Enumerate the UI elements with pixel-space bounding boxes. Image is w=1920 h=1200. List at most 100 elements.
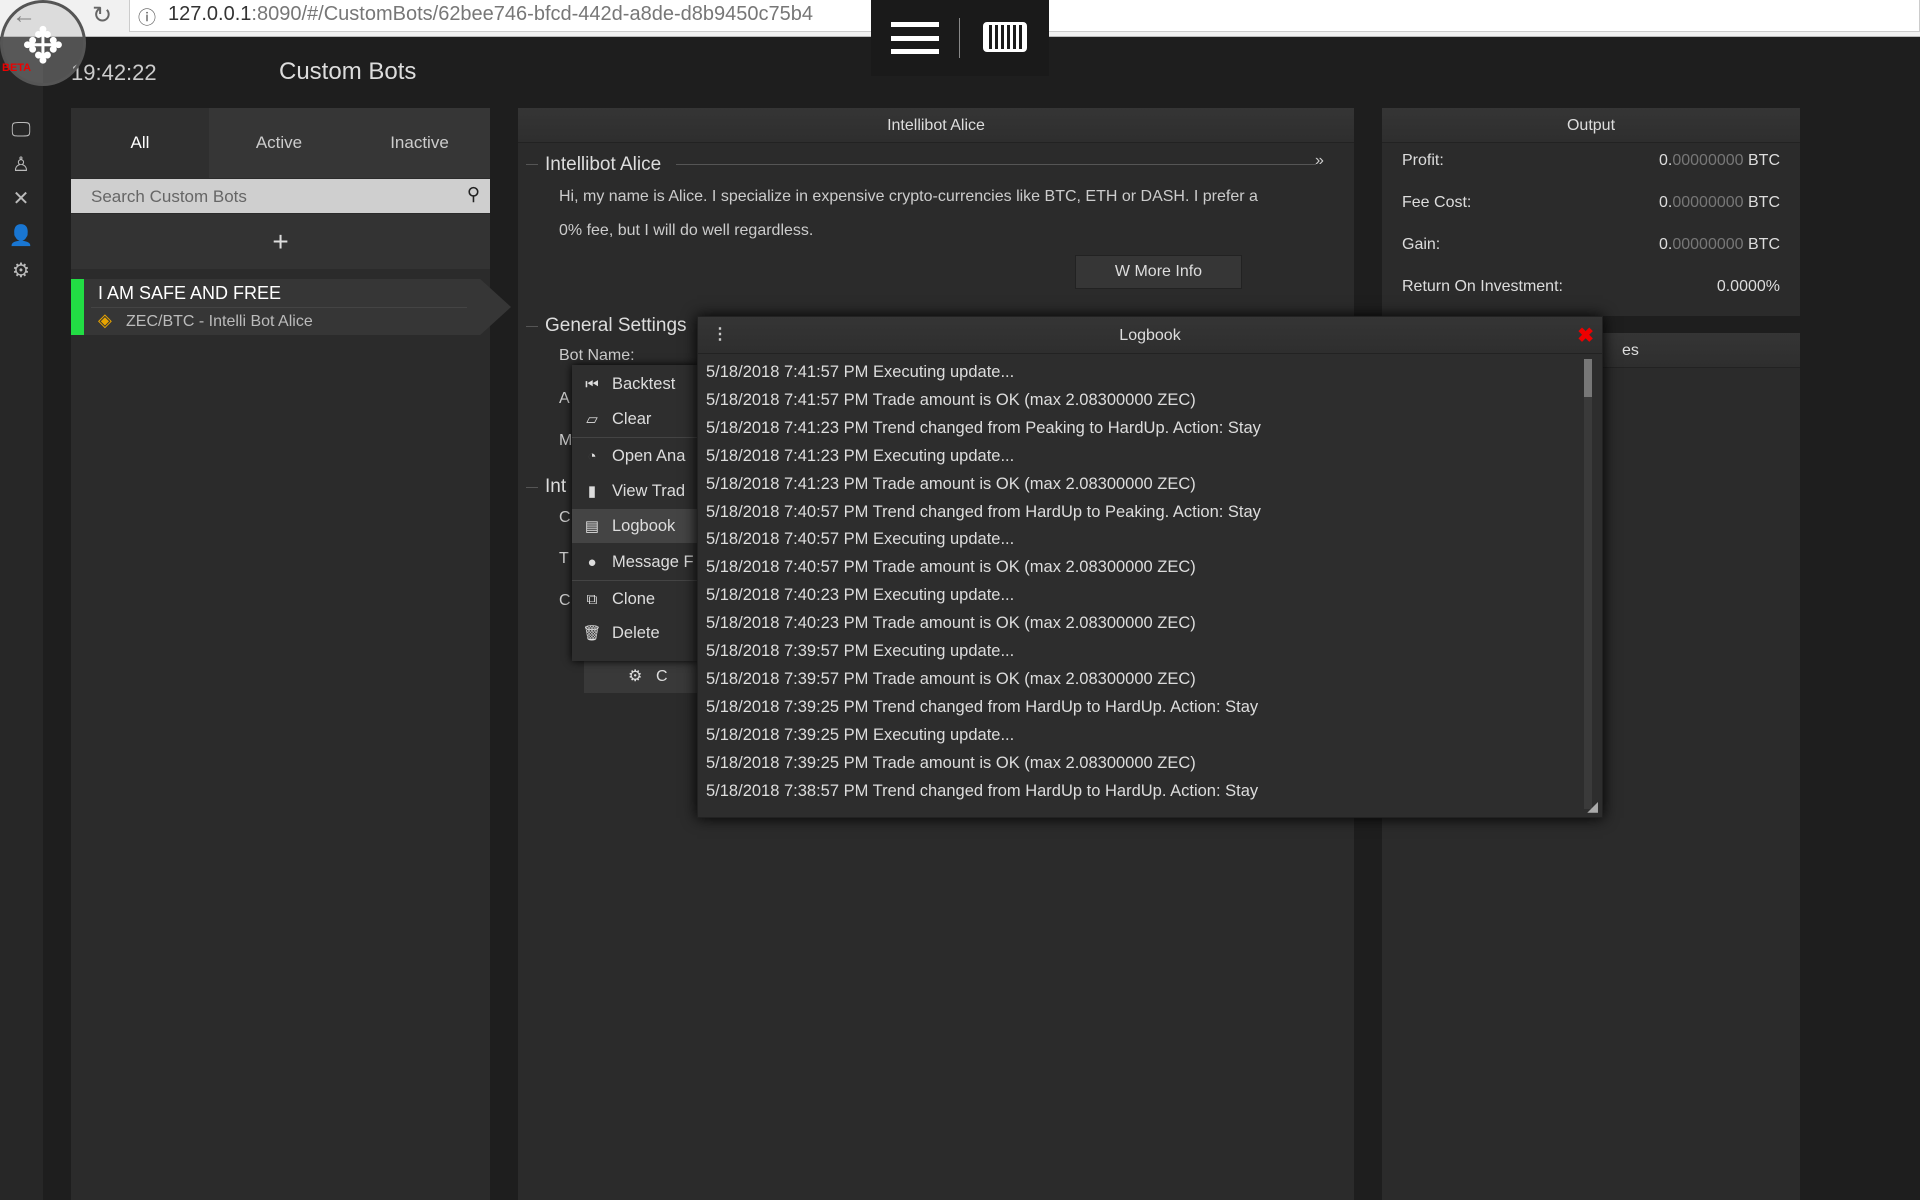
log-entry: 5/18/2018 7:38:57 PM Trend changed from … <box>706 781 1259 800</box>
close-icon[interactable]: ✖ <box>1577 323 1594 348</box>
sidebar: 🖵 ♙ ✕ 👤 ⚙ <box>0 37 43 1200</box>
general-settings-title: General Settings <box>545 315 687 336</box>
menu-item-clone[interactable]: ⧉ Clone <box>572 582 698 616</box>
log-entry: 5/18/2018 7:41:57 PM Executing update... <box>706 363 1015 381</box>
dashboard-icon: ◔ <box>587 448 597 465</box>
monitor-icon[interactable]: 🖵 <box>8 119 34 145</box>
bot-subtitle: ZEC/BTC - Intelli Bot Alice <box>126 313 313 330</box>
field-label: C <box>559 592 571 609</box>
row-value: 0.00000000 BTC <box>1659 236 1780 253</box>
roi-row: Return On Investment: 0.0000% <box>1402 278 1780 296</box>
clock: 19:42:22 <box>71 60 157 85</box>
log-entry: 5/18/2018 7:40:57 PM Trade amount is OK … <box>706 558 1196 577</box>
collapse-icon[interactable]: » <box>1315 152 1324 170</box>
more-info-button[interactable]: W More Info <box>1075 255 1242 289</box>
file-text-icon: ▤ <box>584 518 600 535</box>
file-icon: ▮ <box>587 483 597 500</box>
log-entry: 5/18/2018 7:40:57 PM Executing update... <box>706 530 1015 549</box>
gear-icon: ⚙ <box>628 668 643 685</box>
log-entry: 5/18/2018 7:40:23 PM Executing update... <box>706 586 1015 605</box>
row-label: Gain: <box>1402 236 1441 253</box>
hamburger-menu-icon[interactable] <box>891 22 939 54</box>
panel-header: Output <box>1382 108 1800 143</box>
add-bot-button[interactable]: + <box>71 214 490 269</box>
robot-icon[interactable]: ♙ <box>8 152 34 178</box>
rewind-icon: ⏮ <box>585 376 599 393</box>
divider <box>959 18 960 58</box>
log-entry: 5/18/2018 7:41:23 PM Trade amount is OK … <box>706 474 1196 493</box>
url-path: :8090/#/CustomBots/62bee746-bfcd-442d-a8… <box>251 3 813 25</box>
tab-all[interactable]: All <box>71 108 209 178</box>
field-label: T <box>559 550 569 567</box>
copy-icon: ⧉ <box>586 591 598 608</box>
profit-row: Profit: 0.00000000 BTC <box>1402 152 1780 170</box>
beta-label: BETA <box>2 62 32 74</box>
comment-icon: ● <box>587 554 597 571</box>
info-icon: ⓘ <box>138 8 156 28</box>
menu-item-backtest[interactable]: ⏮ Backtest <box>572 367 698 401</box>
url-text[interactable]: 127.0.0.1:8090/#/CustomBots/62bee746-bfc… <box>168 3 813 26</box>
log-entry: 5/18/2018 7:40:57 PM Trend changed from … <box>706 502 1261 521</box>
log-entry: 5/18/2018 7:39:25 PM Executing update... <box>706 725 1015 744</box>
user-icon[interactable]: 👤 <box>8 223 34 249</box>
reload-icon[interactable]: ↻ <box>92 1 112 30</box>
field-label: M <box>559 432 573 449</box>
eraser-icon: ▱ <box>586 411 598 428</box>
menu-item-view-trades[interactable]: ▮ View Trad <box>572 474 698 508</box>
more-info-label: More Info <box>1134 263 1203 280</box>
binance-icon: ◈ <box>98 310 112 330</box>
gain-row: Gain: 0.00000000 BTC <box>1402 236 1780 254</box>
logbook-title[interactable]: Logbook <box>698 317 1602 354</box>
fee-row: Fee Cost: 0.00000000 BTC <box>1402 194 1780 212</box>
row-value: 0.0000% <box>1716 278 1780 295</box>
search-input[interactable]: Search Custom Bots ⚲ <box>71 179 490 213</box>
row-value: 0.00000000 BTC <box>1659 152 1780 169</box>
description-2: 0% fee, but I will do well regardless. <box>559 222 814 239</box>
options-button[interactable]: ⚙ C <box>584 661 698 693</box>
bot-list-panel: All Active Inactive Search Custom Bots ⚲… <box>71 108 490 1200</box>
menu-item-clear[interactable]: ▱ Clear <box>572 402 698 436</box>
remote-toolbar <box>871 0 1049 76</box>
bot-name-label: Bot Name: <box>559 347 635 364</box>
scrollbar[interactable] <box>1584 359 1592 809</box>
resize-handle-icon[interactable]: ◢ <box>1587 798 1598 815</box>
log-entry: 5/18/2018 7:39:57 PM Executing update... <box>706 642 1015 660</box>
row-value: 0.00000000 BTC <box>1659 194 1780 211</box>
section-title: Intellibot Alice <box>545 154 662 175</box>
section-title: Int <box>545 476 567 497</box>
description: Hi, my name is Alice. I specialize in ex… <box>559 188 1258 205</box>
menu-item-logbook[interactable]: ▤ Logbook <box>572 509 698 543</box>
bot-list-item[interactable]: I AM SAFE AND FREE ◈ ZEC/BTC - Intelli B… <box>71 279 511 335</box>
log-entry: 5/18/2018 7:39:57 PM Trade amount is OK … <box>706 669 1196 688</box>
url-host: 127.0.0.1 <box>168 3 252 25</box>
wiki-icon: W <box>1114 263 1135 280</box>
row-label: Profit: <box>1402 152 1444 169</box>
log-entry: 5/18/2018 7:41:23 PM Trend changed from … <box>706 418 1261 437</box>
options-label: C <box>656 668 668 685</box>
context-menu: ⏮ Backtest ▱ Clear ◔ Open Ana ▮ View Trad ▤ L… <box>572 365 698 661</box>
log-entry: 5/18/2018 7:39:25 PM Trend changed from … <box>706 697 1259 716</box>
tools-icon[interactable]: ✕ <box>8 186 34 212</box>
field-label: C <box>559 509 571 526</box>
bot-name: I AM SAFE AND FREE <box>98 283 282 303</box>
menu-item-open-analysis[interactable]: ◔ Open Ana <box>572 439 698 473</box>
menu-item-message[interactable]: ● Message F <box>572 545 698 579</box>
row-label: Return On Investment: <box>1402 278 1563 295</box>
log-entry: 5/18/2018 7:39:25 PM Trade amount is OK … <box>706 753 1196 772</box>
log-entry: 5/18/2018 7:40:23 PM Trade amount is OK … <box>706 614 1196 633</box>
window-menu-icon[interactable]: ⋮ <box>712 324 728 344</box>
log-entry: 5/18/2018 7:41:57 PM Trade amount is OK … <box>706 390 1196 409</box>
tab-inactive[interactable]: Inactive <box>349 108 490 178</box>
search-icon[interactable]: ⚲ <box>467 184 480 205</box>
logbook-window: Logbook ⋮ ✖ 5/18/2018 7:41:57 PM Executi… <box>697 316 1603 818</box>
tab-active[interactable]: Active <box>209 108 349 178</box>
settings-icon[interactable]: ⚙ <box>8 258 34 284</box>
row-label: Fee Cost: <box>1402 194 1472 211</box>
search-placeholder: Search Custom Bots <box>91 187 247 206</box>
page-title: Custom Bots <box>279 58 417 85</box>
keyboard-icon[interactable] <box>983 22 1027 52</box>
status-indicator <box>71 279 84 335</box>
menu-item-delete[interactable]: 🗑 Delete <box>572 616 698 650</box>
log-entry: 5/18/2018 7:41:23 PM Executing update... <box>706 446 1015 465</box>
field-label: A <box>559 390 570 407</box>
